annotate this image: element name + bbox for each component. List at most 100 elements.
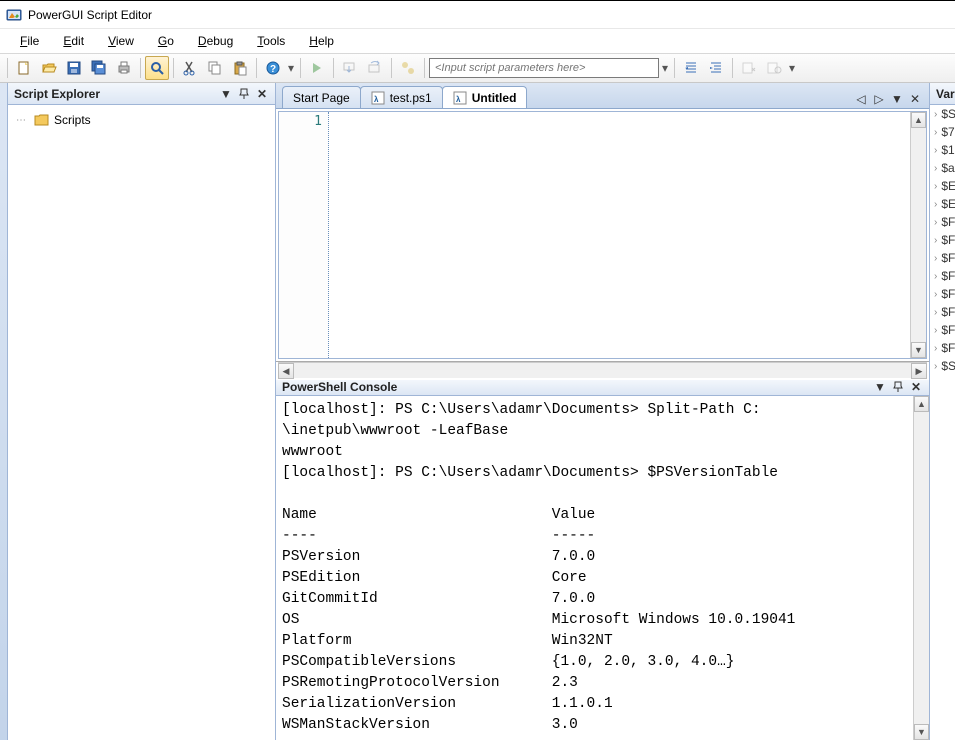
script-explorer-tree[interactable]: ⋯ Scripts	[8, 105, 275, 740]
save-button[interactable]	[62, 56, 86, 80]
search-button[interactable]	[145, 56, 169, 80]
scroll-down-icon[interactable]: ▼	[911, 342, 926, 358]
tab-test-ps1[interactable]: λ test.ps1	[360, 86, 443, 108]
tab-untitled[interactable]: λ Untitled	[442, 86, 528, 108]
variable-row[interactable]: ›$F	[930, 249, 955, 267]
help-button[interactable]: ?	[261, 56, 285, 80]
scroll-up-icon[interactable]: ▲	[911, 112, 926, 128]
print-button[interactable]	[112, 56, 136, 80]
svg-text:?: ?	[270, 64, 276, 75]
indent-button[interactable]	[704, 56, 728, 80]
paste-button[interactable]	[228, 56, 252, 80]
scroll-track[interactable]	[911, 128, 926, 342]
chevron-right-icon: ›	[934, 361, 937, 372]
menu-file[interactable]: File	[10, 32, 49, 50]
titlebar: PowerGUI Script Editor	[0, 1, 955, 29]
panel-dropdown-icon[interactable]: ▼	[219, 87, 233, 101]
variable-row[interactable]: › $S	[930, 357, 955, 375]
dock-edge-left[interactable]	[0, 83, 8, 740]
run-selection-button[interactable]	[396, 56, 420, 80]
scroll-down-icon[interactable]: ▼	[914, 724, 929, 740]
svg-text:λ: λ	[456, 95, 461, 104]
menu-edit[interactable]: Edit	[53, 32, 94, 50]
open-button[interactable]	[37, 56, 61, 80]
new-button[interactable]	[12, 56, 36, 80]
comment-button[interactable]	[737, 56, 761, 80]
variable-name: $F	[941, 215, 955, 229]
toolbar-grip	[7, 58, 8, 78]
variable-row[interactable]: ›$F	[930, 303, 955, 321]
variable-name: $F	[941, 233, 955, 247]
variable-row[interactable]: ›$7	[930, 123, 955, 141]
variable-row[interactable]: ›$S	[930, 105, 955, 123]
menu-tools[interactable]: Tools	[247, 32, 295, 50]
variable-row[interactable]: › $E	[930, 177, 955, 195]
tab-close-button[interactable]: ✕	[907, 90, 923, 108]
variable-row[interactable]: ›$F	[930, 231, 955, 249]
variable-row[interactable]: › $1	[930, 141, 955, 159]
uncomment-button[interactable]	[762, 56, 786, 80]
variable-row[interactable]: ›$F	[930, 285, 955, 303]
variable-name: $S	[941, 107, 955, 121]
tab-start-page[interactable]: Start Page	[282, 86, 361, 108]
tree-root-label: Scripts	[54, 113, 91, 127]
scroll-right-icon[interactable]: ▶	[911, 363, 927, 379]
variables-list[interactable]: ›$S›$7›$1›$a›$E›$E›$F›$F›$F›$F›$F›$F›$F›…	[930, 105, 955, 375]
menu-debug[interactable]: Debug	[188, 32, 243, 50]
variable-name: $S	[941, 359, 955, 373]
variable-name: $1	[941, 143, 954, 157]
variable-name: $E	[941, 179, 955, 193]
variable-row[interactable]: ›$F	[930, 339, 955, 357]
variable-row[interactable]: ›$E	[930, 195, 955, 213]
menu-go[interactable]: Go	[148, 32, 184, 50]
console-output[interactable]: [localhost]: PS C:\Users\adamr\Documents…	[276, 396, 913, 740]
cut-button[interactable]	[178, 56, 202, 80]
toolbar-overflow-3[interactable]: ▾	[787, 56, 797, 80]
variable-name: $F	[941, 305, 955, 319]
run-button[interactable]	[305, 56, 329, 80]
toolbar-overflow-1[interactable]: ▾	[286, 56, 296, 80]
console-dropdown-icon[interactable]: ▼	[873, 380, 887, 394]
console-title: PowerShell Console	[282, 380, 397, 394]
chevron-right-icon: ›	[934, 271, 937, 282]
editor-vscroll[interactable]: ▲ ▼	[910, 112, 926, 358]
console-pin-icon[interactable]	[891, 380, 905, 394]
scroll-left-icon[interactable]: ◀	[278, 363, 294, 379]
toolbar-overflow-2[interactable]: ▾	[660, 56, 670, 80]
variable-row[interactable]: ›$a	[930, 159, 955, 177]
variable-row[interactable]: ›$F	[930, 213, 955, 231]
line-number-1: 1	[281, 114, 322, 129]
panel-pin-icon[interactable]	[237, 87, 251, 101]
variable-name: $E	[941, 197, 955, 211]
scroll-track-h[interactable]	[294, 363, 911, 378]
script-explorer-panel: Script Explorer ▼ ✕ ⋯ Scripts	[8, 83, 276, 740]
chevron-right-icon: ›	[934, 181, 937, 192]
variable-row[interactable]: ›$F	[930, 321, 955, 339]
tab-next-button[interactable]: ▷	[871, 90, 887, 108]
tab-dropdown-button[interactable]: ▼	[889, 90, 905, 108]
step-over-button[interactable]	[363, 56, 387, 80]
editor-body[interactable]	[329, 112, 910, 358]
menu-view[interactable]: View	[98, 32, 144, 50]
menu-help[interactable]: Help	[299, 32, 344, 50]
scroll-track[interactable]	[914, 412, 929, 724]
tab-prev-button[interactable]: ◁	[853, 90, 869, 108]
outdent-button[interactable]	[679, 56, 703, 80]
step-into-button[interactable]	[338, 56, 362, 80]
chevron-right-icon: ›	[934, 145, 937, 156]
tree-root-scripts[interactable]: ⋯ Scripts	[16, 111, 267, 129]
console-vscroll[interactable]: ▲ ▼	[913, 396, 929, 740]
script-params-input[interactable]	[429, 58, 659, 78]
code-editor[interactable]: 1 ▲ ▼	[278, 111, 927, 359]
copy-button[interactable]	[203, 56, 227, 80]
console-panel: PowerShell Console ▼ ✕ [localhost]: PS C…	[276, 380, 929, 740]
variables-header: Variab	[930, 83, 955, 105]
variable-row[interactable]: ›$F	[930, 267, 955, 285]
panel-close-icon[interactable]: ✕	[255, 87, 269, 101]
center-area: Start Page λ test.ps1 λ Untitled ◁ ▷ ▼ ✕	[276, 83, 929, 740]
editor-hscroll[interactable]: ◀ ▶	[278, 362, 927, 378]
console-close-icon[interactable]: ✕	[909, 380, 923, 394]
save-all-button[interactable]	[87, 56, 111, 80]
chevron-right-icon: ›	[934, 127, 937, 138]
scroll-up-icon[interactable]: ▲	[914, 396, 929, 412]
